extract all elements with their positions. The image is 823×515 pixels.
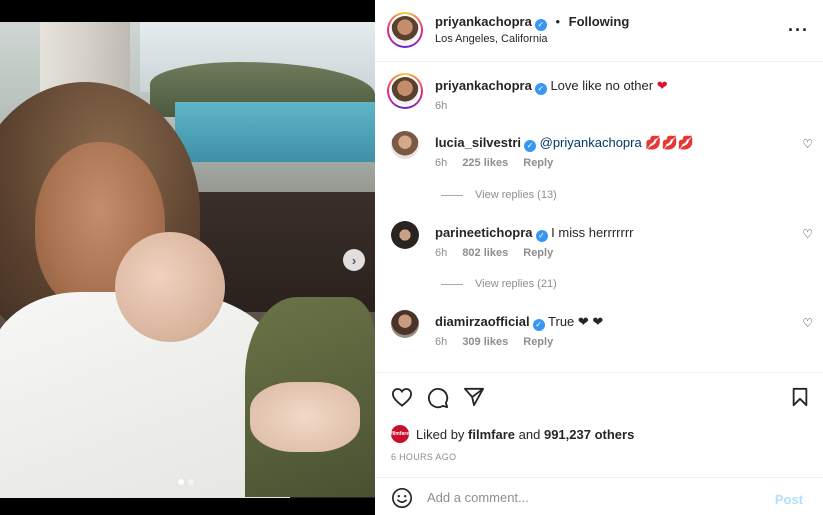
post-timestamp[interactable]: 6 HOURS AGO — [391, 452, 456, 462]
liked-by-count[interactable]: 991,237 others — [544, 427, 634, 442]
comment-item: lucia_silvestri ✓ @priyankachopra 💋💋💋 6h … — [375, 131, 823, 191]
share-send-icon[interactable] — [463, 387, 485, 407]
bookmark-save-icon[interactable] — [791, 387, 809, 407]
comment-like-heart-icon[interactable]: ♡ — [802, 227, 813, 241]
verified-badge-icon: ✓ — [534, 82, 547, 95]
caption-text: Love like no other — [550, 78, 654, 93]
reply-button[interactable]: Reply — [523, 247, 553, 259]
commenter-avatar[interactable] — [391, 221, 419, 249]
caption-username[interactable]: priyankachopra — [435, 78, 532, 93]
comment-likes[interactable]: 309 likes — [462, 336, 508, 348]
caption-avatar[interactable] — [387, 73, 423, 109]
verified-badge-icon: ✓ — [535, 229, 548, 242]
author-avatar[interactable] — [387, 12, 423, 48]
carousel-dot — [188, 479, 194, 485]
post-caption: priyankachopra ✓ Love like no other ❤ 6h — [375, 62, 823, 122]
comment-text: True ❤ ❤ — [548, 314, 604, 329]
action-bar — [375, 372, 823, 422]
comment-like-heart-icon[interactable]: ♡ — [802, 316, 813, 330]
caption-time[interactable]: 6h — [435, 100, 447, 112]
view-replies-button[interactable]: View replies (21) — [441, 278, 557, 290]
carousel-indicator — [178, 479, 194, 485]
comment-text: 💋💋💋 — [645, 135, 694, 150]
liked-by-and: and — [518, 426, 541, 442]
liked-by-avatar[interactable]: filmfare — [391, 425, 409, 443]
comment-username[interactable]: parineetichopra — [435, 225, 533, 240]
more-options-icon[interactable]: ··· — [788, 20, 809, 41]
post-location[interactable]: Los Angeles, California — [435, 33, 548, 45]
chevron-right-icon: › — [351, 252, 357, 268]
reply-button[interactable]: Reply — [523, 336, 553, 348]
author-username[interactable]: priyankachopra — [435, 14, 532, 29]
post-panel: priyankachopra ✓ • Following Los Angeles,… — [375, 0, 823, 515]
add-comment-bar: Post — [375, 477, 823, 515]
instagram-post-modal: › priyankachopra ✓ • Following Los Angele… — [0, 0, 823, 515]
post-comment-button[interactable]: Post — [775, 492, 803, 507]
separator-dot: • — [555, 14, 561, 29]
commenter-avatar[interactable] — [391, 310, 419, 338]
verified-badge-icon: ✓ — [532, 318, 545, 331]
comment-item: diamirzaofficial ✓ True ❤ ❤ 6h 309 likes … — [375, 310, 823, 370]
comment-mention[interactable]: @priyankachopra — [540, 135, 642, 150]
view-replies-label: View replies (21) — [475, 278, 557, 290]
comment-item: parineetichopra ✓ I miss herrrrrrr 6h 802… — [375, 221, 823, 281]
comment-time[interactable]: 6h — [435, 157, 447, 169]
verified-badge-icon: ✓ — [534, 18, 547, 31]
emoji-smiley-icon[interactable] — [391, 487, 413, 509]
commenter-avatar[interactable] — [391, 131, 419, 159]
comment-time[interactable]: 6h — [435, 247, 447, 259]
comment-text: I miss herrrrrrr — [551, 225, 634, 240]
comment-likes[interactable]: 802 likes — [462, 247, 508, 259]
liked-by-user[interactable]: filmfare — [468, 427, 515, 442]
liked-by-prefix: Liked by — [416, 426, 465, 442]
verified-badge-icon: ✓ — [524, 139, 536, 152]
comment-time[interactable]: 6h — [435, 336, 447, 348]
comment-likes[interactable]: 225 likes — [462, 157, 508, 169]
liked-by-summary: filmfare Liked by filmfare and 991,237 o… — [391, 425, 634, 443]
following-button[interactable]: Following — [569, 14, 630, 29]
post-photo — [0, 22, 375, 498]
comment-username[interactable]: lucia_silvestri — [435, 135, 521, 150]
post-media: › — [0, 0, 375, 515]
carousel-next-button[interactable]: › — [343, 249, 365, 271]
like-heart-icon[interactable] — [391, 387, 413, 407]
comment-bubble-icon[interactable] — [427, 387, 449, 409]
comment-username[interactable]: diamirzaofficial — [435, 314, 530, 329]
comment-like-heart-icon[interactable]: ♡ — [802, 137, 813, 151]
post-header: priyankachopra ✓ • Following Los Angeles,… — [375, 0, 823, 62]
view-replies-button[interactable]: View replies (13) — [441, 189, 557, 201]
comment-input[interactable] — [427, 487, 747, 507]
heart-emoji: ❤ — [656, 78, 668, 93]
carousel-dot-active — [178, 479, 184, 485]
view-replies-label: View replies (13) — [475, 189, 557, 201]
reply-button[interactable]: Reply — [523, 157, 553, 169]
